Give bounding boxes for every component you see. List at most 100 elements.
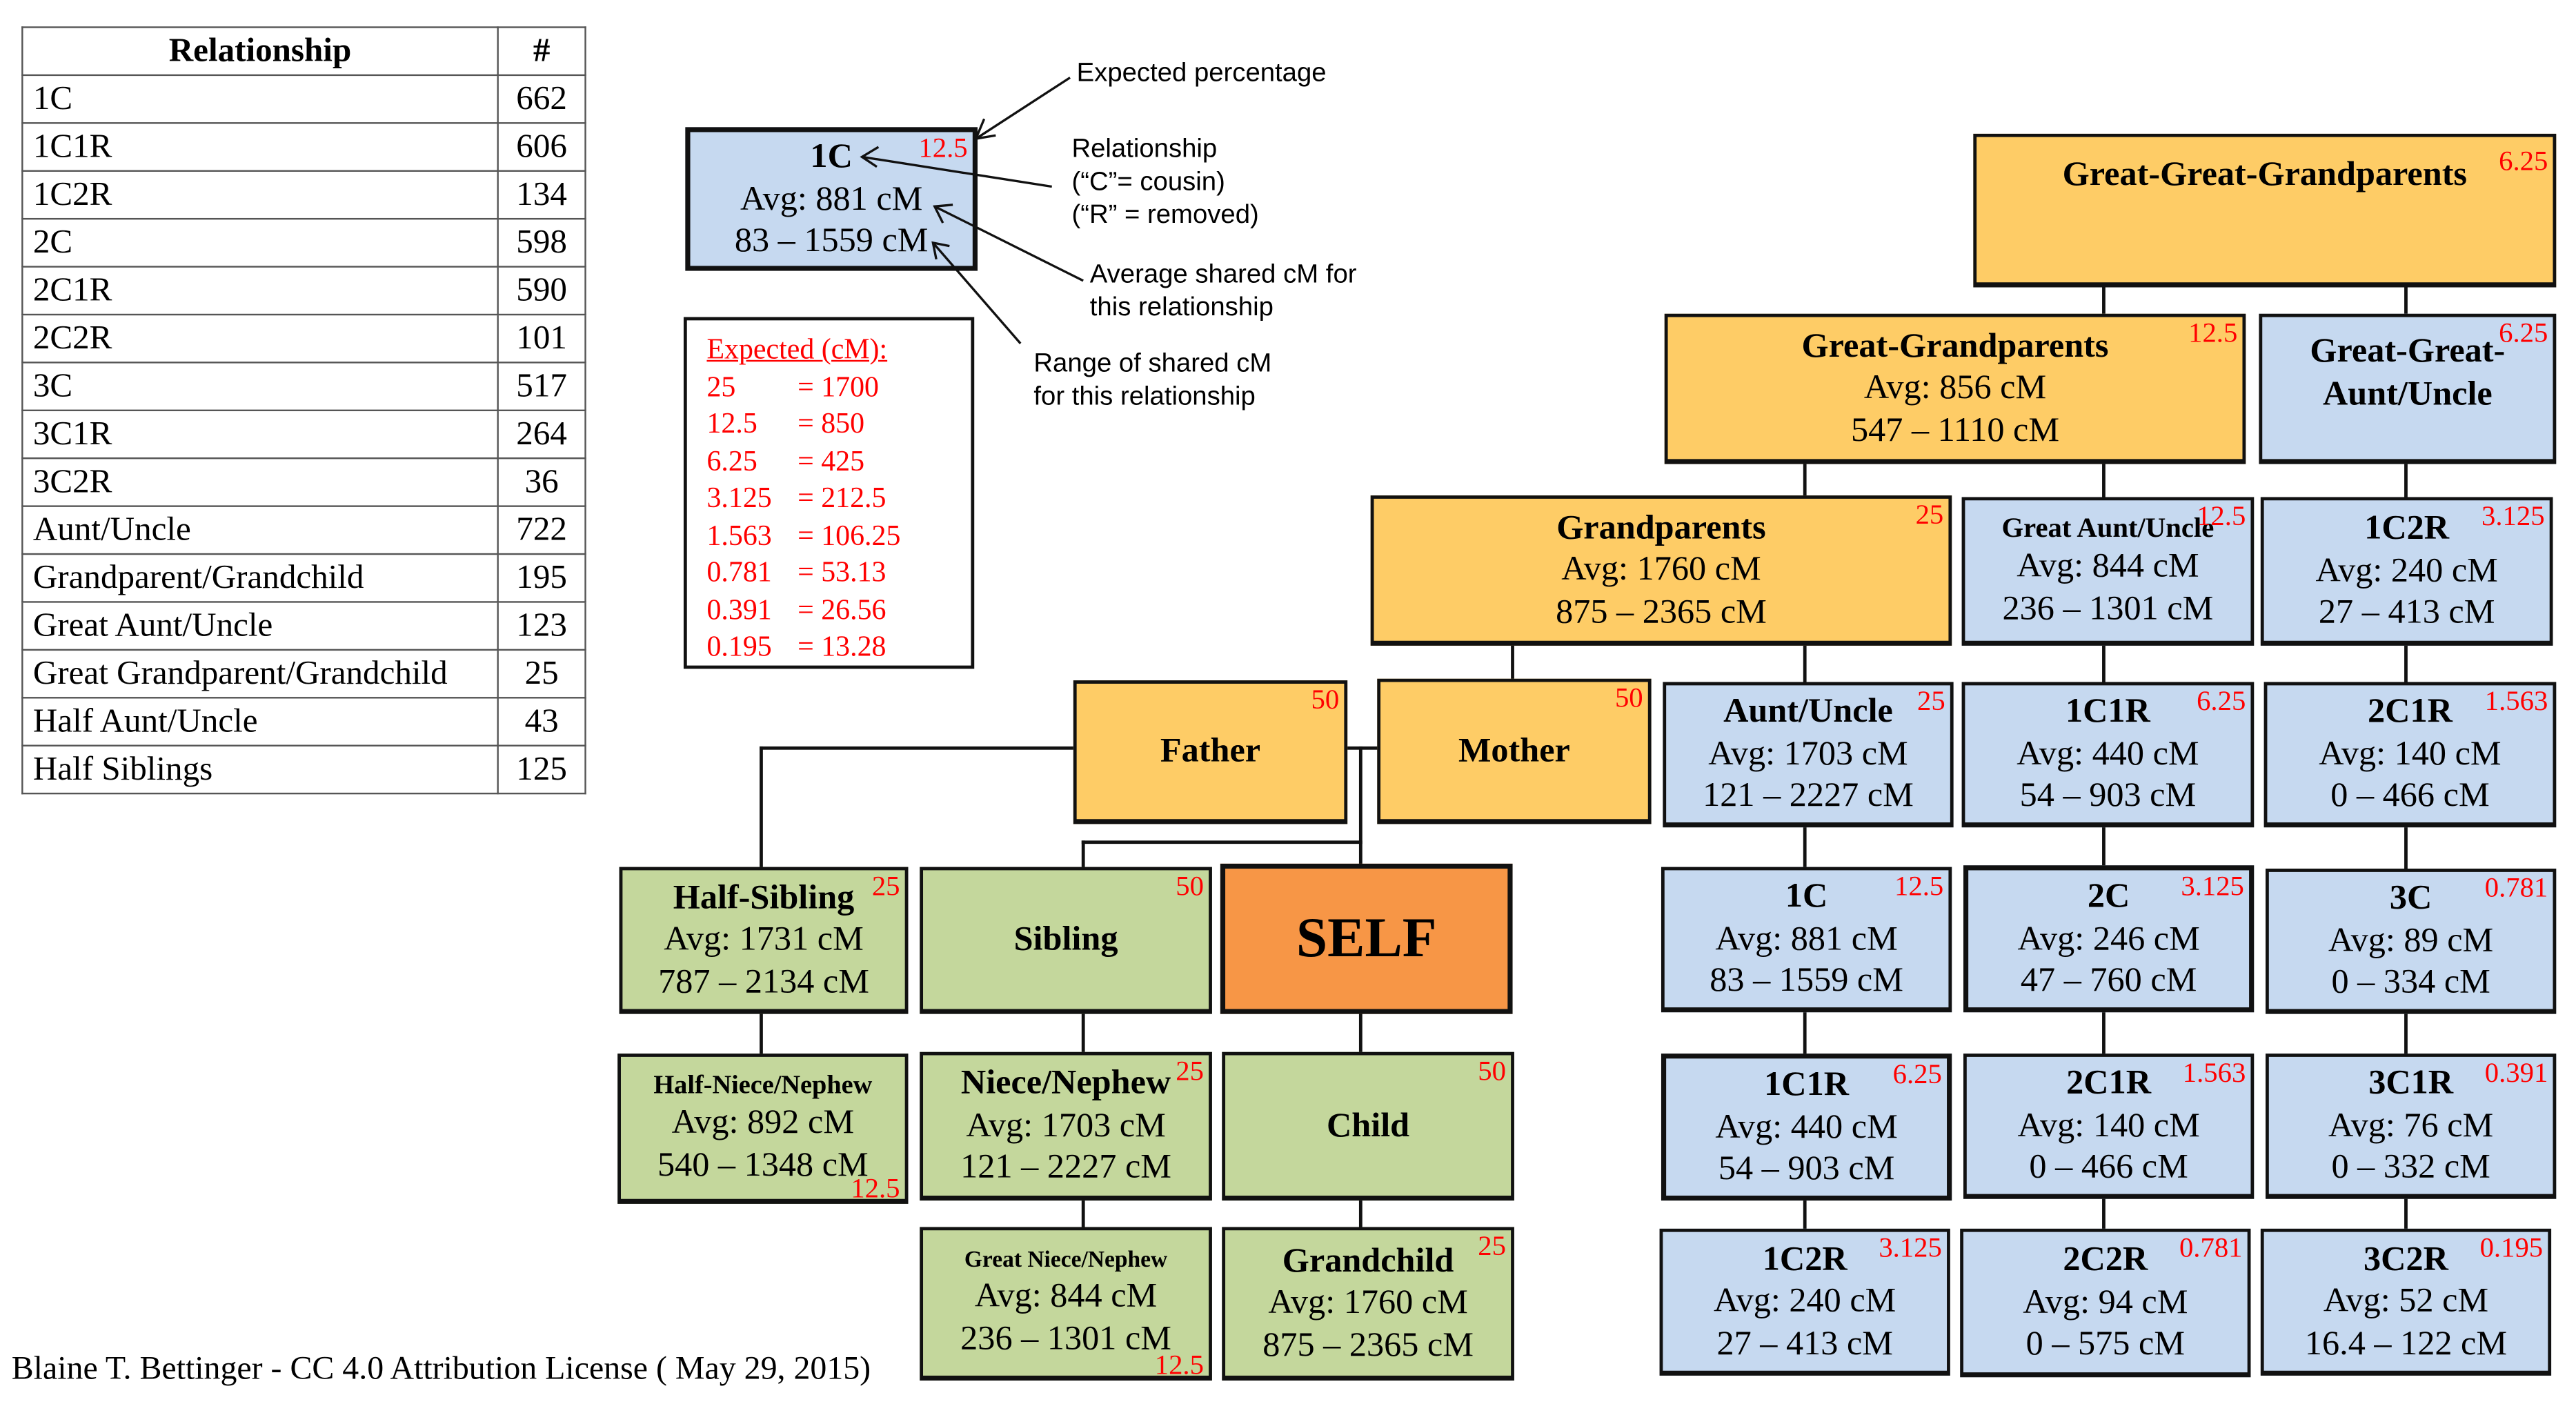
- table-row: 3C 517: [21, 362, 586, 412]
- note-relationship: Relationship (“C”= cousin) (“R” = remove…: [1071, 135, 1259, 230]
- table-row: 1C1R 606: [21, 122, 586, 172]
- node-half-niece-nephew: 12.5 Half-Niece/Nephew Avg: 892 cM 540 –…: [617, 1054, 909, 1204]
- relationship-cell: Great Grandparent/Grandchild: [21, 649, 499, 699]
- node-range: 875 – 2365 cM: [1262, 1324, 1474, 1364]
- node-name: 2C2R: [2063, 1238, 2148, 1278]
- node-name: SELF: [1296, 907, 1437, 969]
- node-percent: 25: [871, 870, 900, 902]
- legend-sample-name: 1C: [810, 135, 853, 175]
- node-percent: 1.563: [2484, 685, 2548, 717]
- node-2c1r-upper: 1.563 2C1R Avg: 140 cM 0 – 466 cM: [2263, 682, 2557, 828]
- node-great-aunt-uncle: 12.5 Great Aunt/Uncle Avg: 844 cM 236 – …: [1961, 497, 2255, 646]
- count-cell: 101: [497, 313, 586, 364]
- node-name: 1C1R: [2065, 690, 2150, 731]
- connector: [2404, 1012, 2408, 1056]
- node-range: 547 – 1110 cM: [1851, 409, 2060, 449]
- connector: [2102, 1197, 2106, 1231]
- node-percent: 50: [1176, 870, 1204, 902]
- relationship-cell: Great Aunt/Uncle: [21, 601, 499, 651]
- node-3c: 0.781 3C Avg: 89 cM 0 – 334 cM: [2266, 869, 2557, 1014]
- relationship-cell: 2C2R: [21, 313, 499, 364]
- count-cell: 590: [497, 266, 586, 316]
- table-row: Grandparent/Grandchild 195: [21, 553, 586, 603]
- table-row: Half Siblings 125: [21, 744, 586, 795]
- connector: [1803, 1010, 1807, 1056]
- node-avg: Avg: 1760 cM: [1561, 548, 1761, 589]
- node-range: 121 – 2227 cM: [1703, 775, 1914, 815]
- expected-percent: 1.563: [706, 517, 772, 551]
- node-name: 1C2R: [2364, 507, 2450, 547]
- node-range: 16.4 – 122 cM: [2304, 1322, 2508, 1363]
- connector: [1511, 644, 1514, 681]
- node-half-sibling: 25 Half-Sibling Avg: 1731 cM 787 – 2134 …: [619, 867, 909, 1014]
- node-avg: Avg: 240 cM: [2315, 549, 2498, 589]
- connector: [2102, 286, 2106, 314]
- node-avg: Avg: 140 cM: [2017, 1104, 2200, 1145]
- node-range: 47 – 760 cM: [2020, 960, 2197, 1000]
- node-avg: Avg: 89 cM: [2328, 919, 2494, 959]
- node-grandparents: 25 Grandparents Avg: 1760 cM 875 – 2365 …: [1370, 495, 1952, 646]
- node-range: 236 – 1301 cM: [2002, 587, 2214, 628]
- node-range: 54 – 903 cM: [2019, 775, 2197, 815]
- expected-row: 6.25 = 425: [706, 442, 971, 479]
- node-name: 3C: [2389, 877, 2433, 917]
- expected-row: 3.125 = 212.5: [706, 479, 971, 516]
- node-great-grandparents: 12.5 Great-Grandparents Avg: 856 cM 547 …: [1664, 313, 2246, 464]
- expected-row: 1.563 = 106.25: [706, 516, 971, 553]
- expected-cm-title: Expected (cM):: [706, 332, 888, 365]
- node-percent: 25: [1916, 685, 1945, 717]
- node-range: 0 – 575 cM: [2025, 1323, 2186, 1363]
- connector: [2102, 644, 2106, 684]
- connector: [760, 746, 763, 869]
- node-percent: 6.25: [1892, 1058, 1942, 1090]
- connector: [2102, 825, 2106, 867]
- relationship-cell: 3C2R: [21, 457, 499, 507]
- node-percent: 12.5: [851, 1172, 900, 1204]
- expected-row: 0.781 = 53.13: [706, 553, 971, 591]
- node-1c1r: 6.25 1C1R Avg: 440 cM 54 – 903 cM: [1661, 1054, 1952, 1201]
- arrowhead-icon: [973, 118, 996, 141]
- node-percent: 0.195: [2479, 1232, 2544, 1264]
- count-cell: 662: [497, 74, 586, 124]
- node-range: 83 – 1559 cM: [1710, 960, 1903, 1000]
- expected-cm: = 26.56: [797, 592, 886, 625]
- node-name: Great Aunt/Uncle: [2001, 511, 2215, 543]
- credit-text: Blaine T. Bettinger - CC 4.0 Attribution…: [11, 1350, 871, 1387]
- table-row: 2C1R 590: [21, 266, 586, 316]
- count-cell: 25: [497, 649, 586, 699]
- count-cell: 125: [497, 744, 586, 795]
- count-cell: 43: [497, 697, 586, 747]
- connector: [760, 1012, 763, 1056]
- node-percent: 3.125: [2181, 870, 2244, 902]
- node-range: 0 – 334 cM: [2331, 961, 2490, 1002]
- expected-cm: = 1700: [797, 368, 879, 402]
- note-average: Average shared cM for this relationship: [1089, 261, 1357, 322]
- node-avg: Avg: 1703 cM: [1708, 733, 1908, 773]
- relationship-cell: 2C1R: [21, 266, 499, 316]
- expected-percent: 12.5: [706, 406, 757, 439]
- connector: [1081, 840, 1363, 844]
- expected-cm: = 212.5: [797, 480, 886, 514]
- node-name: 2C: [2087, 875, 2130, 916]
- node-name: Mother: [1458, 729, 1570, 769]
- node-percent: 25: [1176, 1055, 1204, 1087]
- expected-cm: = 106.25: [797, 517, 901, 551]
- node-percent: 6.25: [2499, 317, 2548, 349]
- node-range: 0 – 466 cM: [2029, 1146, 2188, 1187]
- node-self: SELF: [1220, 863, 1513, 1014]
- node-avg: Avg: 52 cM: [2323, 1280, 2489, 1320]
- relationship-cell: Grandparent/Grandchild: [21, 553, 499, 603]
- node-avg: Avg: 246 cM: [2017, 918, 2200, 958]
- node-avg: Avg: 1703 cM: [966, 1104, 1166, 1145]
- node-name: Great Niece/Nephew: [964, 1248, 1168, 1274]
- node-great-niece-nephew: 12.5 Great Niece/Nephew Avg: 844 cM 236 …: [920, 1227, 1212, 1381]
- connector: [1358, 1198, 1363, 1231]
- node-name: 1C1R: [1764, 1063, 1850, 1104]
- table-row: 3C1R 264: [21, 409, 586, 459]
- expected-percent: 0.781: [706, 555, 772, 589]
- relationship-cell: 1C1R: [21, 122, 499, 172]
- node-2c: 3.125 2C Avg: 246 cM 47 – 760 cM: [1963, 865, 2255, 1013]
- node-2c1r: 1.563 2C1R Avg: 140 cM 0 – 466 cM: [1963, 1054, 2255, 1199]
- connector: [1803, 462, 1807, 499]
- expected-row: 25 = 1700: [706, 368, 971, 405]
